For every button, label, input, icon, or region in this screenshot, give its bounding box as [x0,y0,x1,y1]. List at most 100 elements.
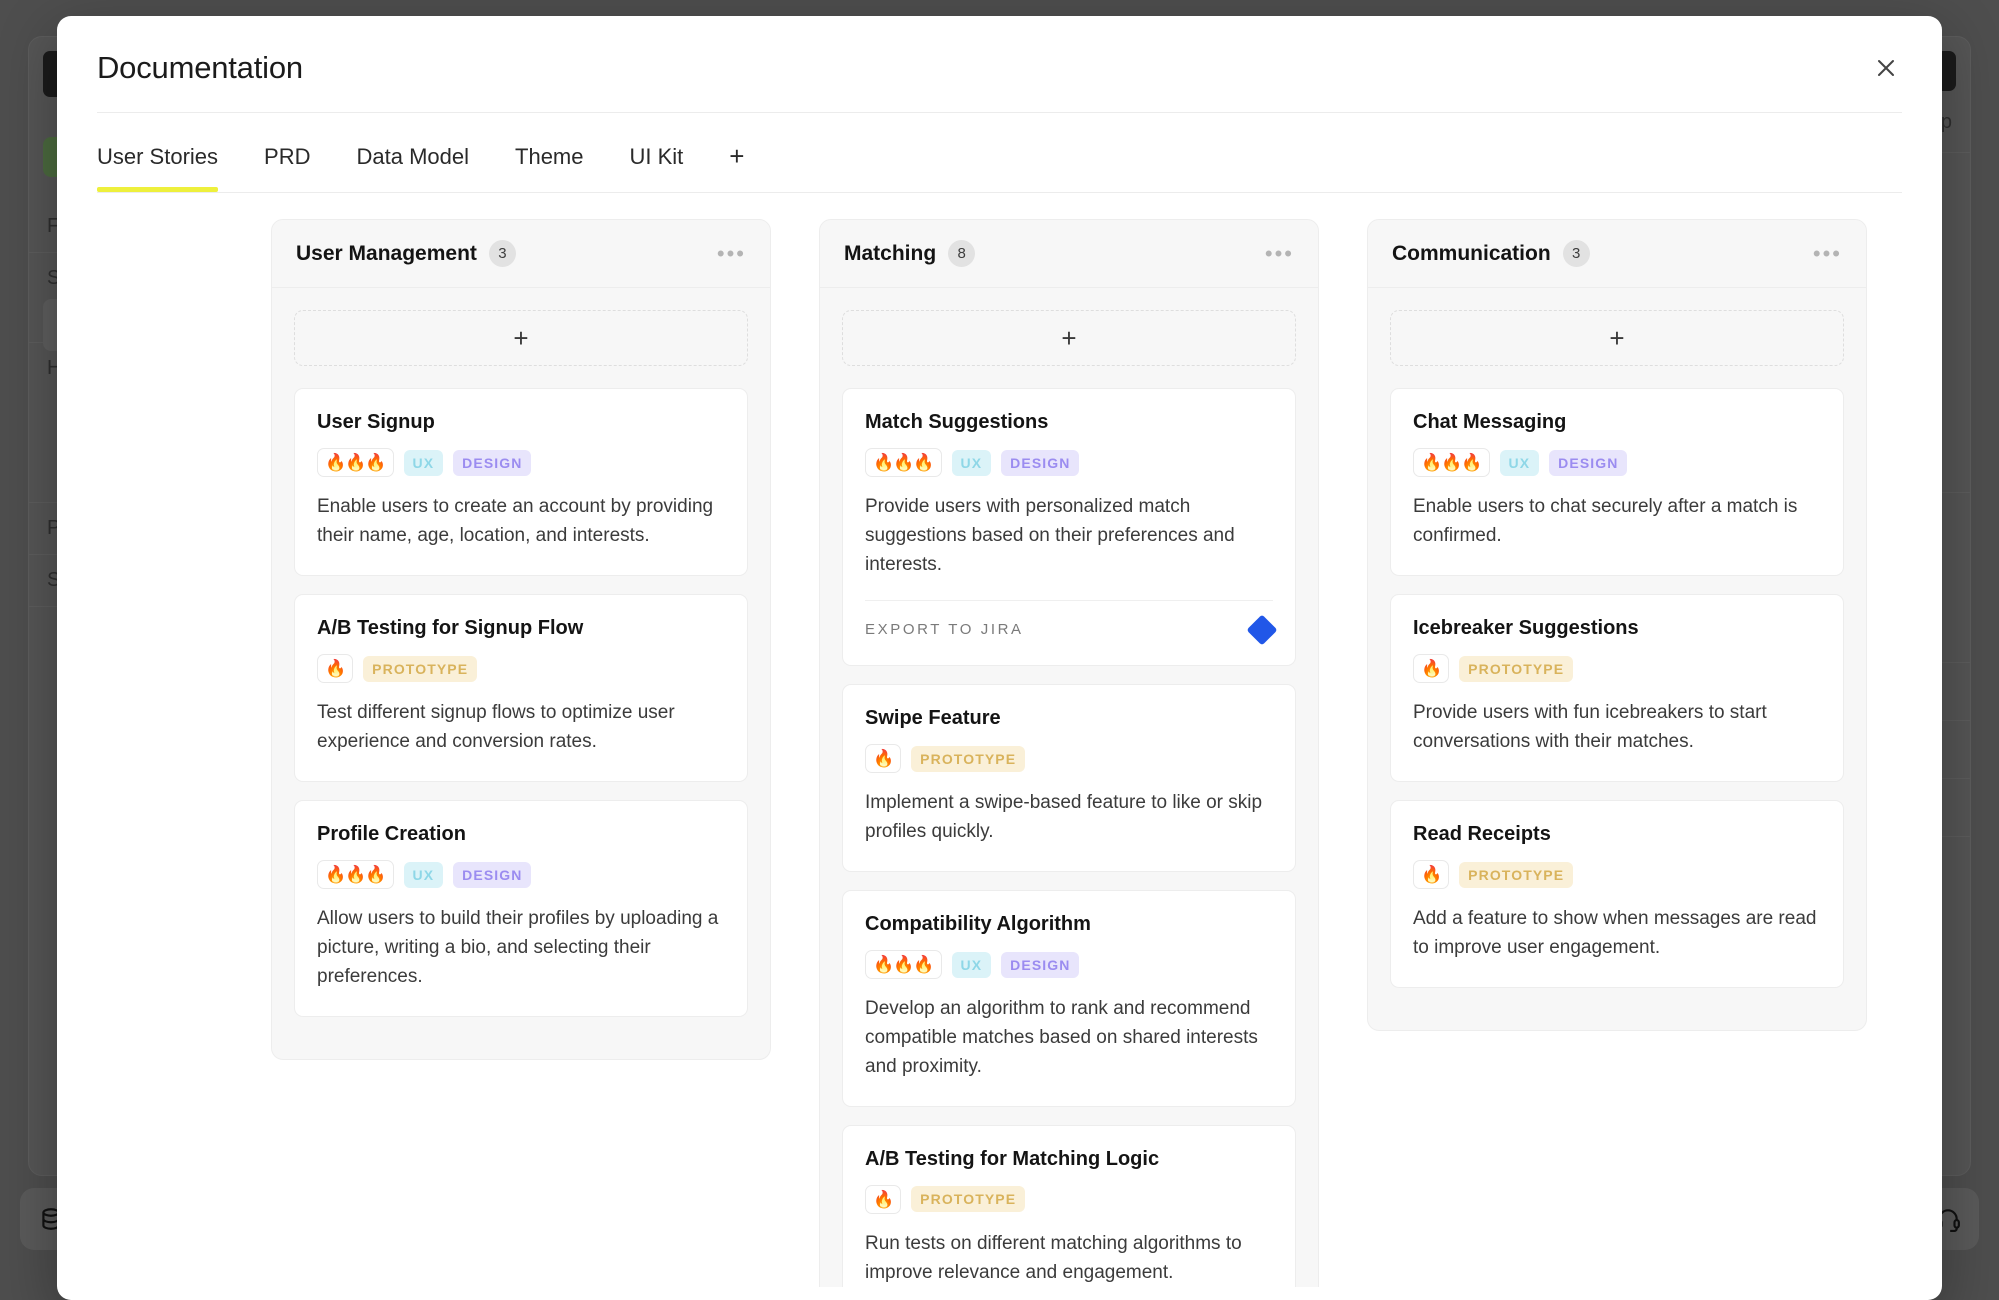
tag-badge: UX [404,862,444,888]
story-card[interactable]: Icebreaker Suggestions 🔥PROTOTYPE Provide … [1390,594,1844,782]
story-card-title: Compatibility Algorithm [865,913,1273,936]
story-card-description: Provide users with fun icebreakers to st… [1413,699,1821,757]
story-card[interactable]: A/B Testing for Matching Logic 🔥 PROTOTYPE… [842,1125,1296,1287]
column-menu-icon[interactable]: ••• [1265,249,1294,259]
tab-theme[interactable]: Theme [515,144,583,192]
badge-row: 🔥🔥🔥 UX DESIGN [865,950,1273,979]
story-card-title: User Signup [317,411,725,434]
badge-row: 🔥PROTOTYPE [1413,654,1821,683]
column-header: Matching 8 ••• [820,220,1318,288]
fire-rating-icon: 🔥 [865,1185,901,1214]
story-card-description: Provide users with personalized match su… [865,493,1273,580]
story-card[interactable]: A/B Testing for Signup Flow 🔥 PROTOTYPE Tes… [294,594,748,782]
story-card[interactable]: User Signup 🔥🔥🔥 UX DESIGN Enable users to cr… [294,388,748,576]
column-title: Matching [844,242,936,266]
story-card[interactable]: Compatibility Algorithm 🔥🔥🔥 UX DESIGN Develo… [842,890,1296,1107]
tag-badge: PROTOTYPE [1459,656,1573,682]
documentation-tabs: User Stories PRD Data Model Theme UI Kit + [97,113,1902,193]
add-card-button[interactable]: + [1390,310,1844,366]
story-card-description: Develop an algorithm to rank and recomme… [865,995,1273,1082]
story-card-title: A/B Testing for Matching Logic [865,1148,1273,1171]
kanban-board: User Management3•••+User Signup🔥🔥🔥UXDESI… [57,193,1942,1287]
column-count-badge: 8 [948,240,975,267]
tag-badge: UX [952,450,992,476]
story-card-description: Enable users to create an account by pro… [317,493,725,551]
board-column: Communication 3 ••• + Chat Messaging 🔥🔥🔥 UX DES… [1367,219,1867,1031]
export-to-jira-button[interactable]: EXPORT TO JIRA [865,600,1273,641]
tab-data-model[interactable]: Data Model [357,144,470,192]
badge-row: 🔥 PROTOTYPE [865,744,1273,773]
badge-row: 🔥🔥🔥 UX DESIGN [865,448,1273,477]
column-header: Communication 3 ••• [1368,220,1866,288]
badge-row: 🔥🔥🔥 UX DESIGN [317,860,725,889]
story-card-description: Enable users to chat securely after a ma… [1413,493,1821,551]
story-card[interactable]: Read Receipts🔥PROTOTYPEAdd a feature to … [1390,800,1844,988]
fire-rating-icon: 🔥🔥🔥 [865,448,942,477]
add-card-button[interactable]: + [842,310,1296,366]
column-count-badge: 3 [489,240,516,267]
tag-badge: DESIGN [453,862,531,888]
story-card-description: Test different signup flows to optimize … [317,699,725,757]
tag-badge: PROTOTYPE [1459,862,1573,888]
story-card-title: Icebreaker Suggestions [1413,617,1821,640]
tag-badge: DESIGN [1549,450,1627,476]
column-body: + Chat Messaging 🔥🔥🔥 UX DESIGN Enable users t… [1368,288,1866,1030]
add-card-button[interactable]: + [294,310,748,366]
story-card-title: Match Suggestions [865,411,1273,434]
story-card[interactable]: Chat Messaging 🔥🔥🔥 UX DESIGN Enable users to… [1390,388,1844,576]
column-title: Communication [1392,242,1551,266]
tag-badge: UX [404,450,444,476]
modal-header: Documentation [57,16,1942,86]
fire-rating-icon: 🔥🔥🔥 [1413,448,1490,477]
page-title: Documentation [97,50,1902,86]
story-card-title: Profile Creation [317,823,725,846]
board-column: Matching 8 ••• + Match Suggestions 🔥🔥🔥 UX DESIG… [819,219,1319,1287]
fire-rating-icon: 🔥🔥🔥 [317,448,394,477]
story-card[interactable]: Match Suggestions 🔥🔥🔥 UX DESIGN Provide user… [842,388,1296,666]
fire-rating-icon: 🔥🔥🔥 [317,860,394,889]
tag-badge: DESIGN [1001,952,1079,978]
tag-badge: DESIGN [1001,450,1079,476]
column-count-badge: 3 [1563,240,1590,267]
tab-user-stories[interactable]: User Stories [97,144,218,192]
fire-rating-icon: 🔥 [865,744,901,773]
story-card-title: A/B Testing for Signup Flow [317,617,725,640]
story-card-title: Chat Messaging [1413,411,1821,434]
badge-row: 🔥🔥🔥 UX DESIGN [317,448,725,477]
story-card-description: Add a feature to show when messages are … [1413,905,1821,963]
jira-icon [1246,614,1277,645]
tab-prd[interactable]: PRD [264,144,310,192]
close-button[interactable] [1866,48,1906,88]
column-menu-icon[interactable]: ••• [1813,249,1842,259]
badge-row: 🔥 PROTOTYPE [865,1185,1273,1214]
documentation-modal: Documentation User Stories PRD Data Model T… [57,16,1942,1300]
story-card-description: Allow users to build their profiles by u… [317,905,725,992]
column-body: + Match Suggestions 🔥🔥🔥 UX DESIGN Provide use… [820,288,1318,1287]
column-menu-icon[interactable]: ••• [717,249,746,259]
fire-rating-icon: 🔥🔥🔥 [865,950,942,979]
story-card[interactable]: Swipe Feature 🔥 PROTOTYPE Implement a swipe… [842,684,1296,872]
fire-rating-icon: 🔥 [1413,860,1449,889]
tag-badge: PROTOTYPE [911,746,1025,772]
column-title: User Management [296,242,477,266]
tag-badge: UX [952,952,992,978]
tag-badge: PROTOTYPE [911,1186,1025,1212]
tag-badge: UX [1500,450,1540,476]
story-card[interactable]: Profile Creation 🔥🔥🔥 UX DESIGN Allow users t… [294,800,748,1017]
badge-row: 🔥 PROTOTYPE [1413,860,1821,889]
badge-row: 🔥 PROTOTYPE [317,654,725,683]
column-header: User Management 3 ••• [272,220,770,288]
board-column: User Management 3 ••• + User Signup 🔥🔥🔥 UX DESI… [271,219,771,1060]
story-card-description: Run tests on different matching algorith… [865,1230,1273,1287]
tab-ui-kit[interactable]: UI Kit [630,144,684,192]
story-card-description: Implement a swipe-based feature to like … [865,789,1273,847]
tag-badge: DESIGN [453,450,531,476]
column-body: + User Signup 🔥🔥🔥 UX DESIGN Enable users to c… [272,288,770,1059]
export-to-jira-label: EXPORT TO JIRA [865,621,1024,638]
close-icon [1874,56,1898,80]
fire-rating-icon: 🔥 [317,654,353,683]
add-tab-button[interactable]: + [729,141,744,192]
story-card-title: Swipe Feature [865,707,1273,730]
tag-badge: PROTOTYPE [363,656,477,682]
badge-row: 🔥🔥🔥 UX DESIGN [1413,448,1821,477]
